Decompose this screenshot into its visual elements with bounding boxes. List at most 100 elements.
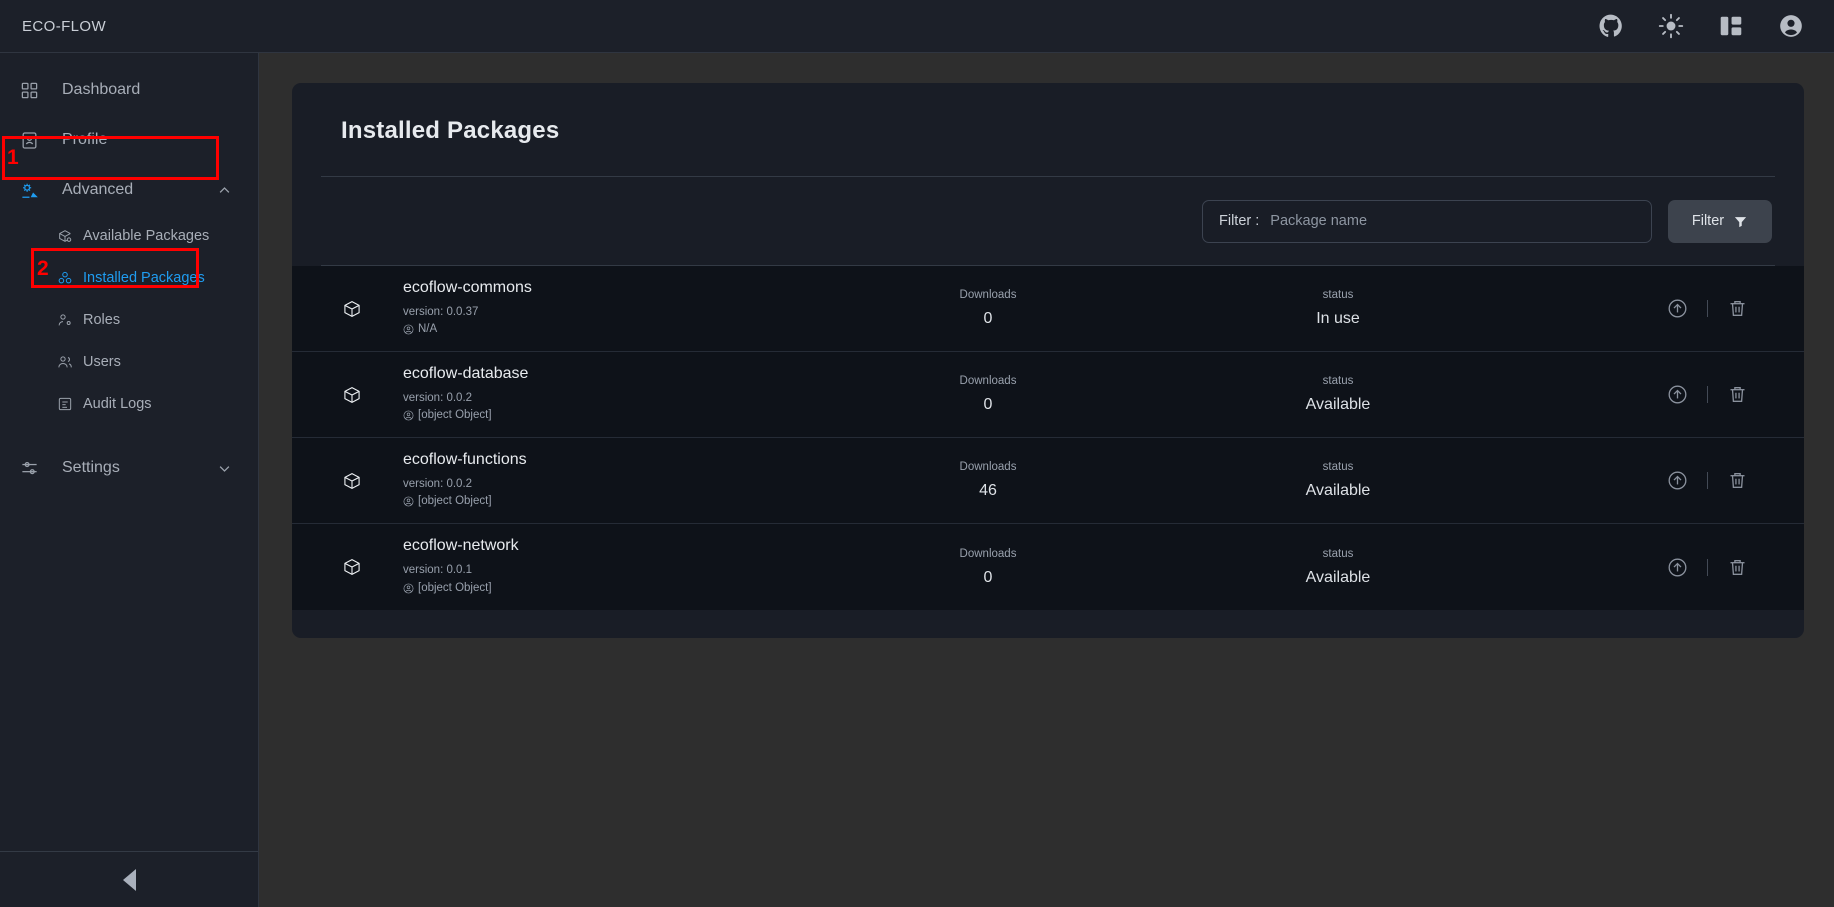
- package-box-icon: [339, 299, 365, 319]
- package-box-icon: [339, 557, 365, 577]
- collapse-sidebar-button[interactable]: [122, 868, 136, 891]
- upgrade-icon[interactable]: [1667, 298, 1688, 319]
- upgrade-icon[interactable]: [1667, 384, 1688, 405]
- downloads-value: 46: [979, 482, 997, 499]
- sidebar-item-audit-logs[interactable]: Audit Logs: [0, 383, 258, 425]
- package-search-icon: [56, 228, 73, 245]
- action-divider: [1707, 558, 1708, 576]
- package-version: version: 0.0.2: [403, 391, 473, 404]
- audit-logs-icon: [56, 396, 73, 413]
- sidebar-footer: [0, 851, 258, 907]
- package-author-label: [object Object]: [418, 495, 492, 507]
- package-status: status Available: [1213, 461, 1463, 500]
- sidebar-item-available-packages[interactable]: Available Packages: [0, 215, 258, 257]
- upgrade-icon[interactable]: [1667, 470, 1688, 491]
- package-name: ecoflow-network: [403, 537, 519, 555]
- delete-icon[interactable]: [1727, 384, 1748, 405]
- package-author-label: [object Object]: [418, 581, 492, 594]
- top-bar-actions: [1598, 13, 1804, 39]
- status-value: Available: [1305, 568, 1371, 586]
- author-avatar-icon: [403, 583, 414, 594]
- sidebar-subitem-label: Users: [83, 354, 121, 370]
- package-name: ecoflow-database: [403, 364, 529, 382]
- delete-icon[interactable]: [1727, 470, 1748, 491]
- table-row[interactable]: ecoflow-functions version: 0.0.2 [object…: [292, 438, 1804, 524]
- sidebar-item-settings[interactable]: Settings: [0, 443, 258, 493]
- table-row[interactable]: ecoflow-network version: 0.0.1 [object O…: [292, 524, 1804, 610]
- package-downloads: Downloads 0: [883, 548, 1093, 587]
- package-list: ecoflow-commons version: 0.0.37 N/A Down…: [292, 266, 1804, 610]
- sidebar: Dashboard Profile Advanced Available Pac…: [0, 53, 259, 907]
- delete-icon[interactable]: [1727, 298, 1748, 319]
- downloads-caption: Downloads: [959, 289, 1017, 301]
- package-downloads: Downloads 0: [883, 375, 1093, 414]
- filter-label: Filter :: [1219, 213, 1260, 229]
- sidebar-item-label: Profile: [62, 131, 108, 148]
- roles-icon: [56, 312, 73, 329]
- top-bar: ECO-FLOW: [0, 0, 1834, 53]
- package-downloads: Downloads 0: [883, 289, 1093, 328]
- light-mode-icon[interactable]: [1658, 13, 1684, 39]
- dashboard-icon: [18, 79, 40, 101]
- row-actions: [1667, 384, 1748, 405]
- annotation-number-2: 2: [37, 257, 49, 280]
- package-author-label: N/A: [418, 323, 438, 335]
- filter-button[interactable]: Filter: [1668, 199, 1772, 243]
- author-avatar-icon: [403, 324, 414, 335]
- package-downloads: Downloads 46: [883, 461, 1093, 500]
- filter-bar: Filter : Filter: [292, 177, 1804, 265]
- installed-packages-card: Installed Packages Filter : Filter ecofl…: [292, 83, 1804, 638]
- account-icon[interactable]: [1778, 13, 1804, 39]
- sidebar-subitem-label: Available Packages: [83, 228, 210, 244]
- downloads-caption: Downloads: [959, 461, 1017, 473]
- chevron-down-icon[interactable]: [217, 461, 232, 476]
- action-divider: [1707, 386, 1708, 403]
- main-content: Installed Packages Filter : Filter ecofl…: [259, 53, 1834, 907]
- author-avatar-icon: [403, 496, 414, 507]
- sidebar-item-advanced[interactable]: Advanced: [0, 165, 258, 215]
- profile-icon: [18, 129, 40, 151]
- downloads-value: 0: [983, 310, 993, 327]
- sidebar-item-label: Dashboard: [62, 81, 141, 98]
- sidebar-subitem-label: Installed Packages: [83, 270, 205, 286]
- table-row[interactable]: ecoflow-commons version: 0.0.37 N/A Down…: [292, 266, 1804, 352]
- package-info: ecoflow-commons version: 0.0.37 N/A: [403, 279, 733, 339]
- row-actions: [1667, 557, 1748, 578]
- package-author: N/A: [403, 321, 733, 338]
- filter-icon: [1734, 216, 1747, 227]
- status-value: In use: [1316, 310, 1360, 327]
- delete-icon[interactable]: [1727, 557, 1748, 578]
- chevron-up-icon[interactable]: [217, 183, 232, 198]
- settings-sliders-icon: [18, 457, 40, 479]
- package-author-label: [object Object]: [418, 409, 492, 421]
- package-author: [object Object]: [403, 407, 733, 424]
- downloads-value: 0: [983, 396, 993, 413]
- github-icon[interactable]: [1598, 13, 1624, 39]
- downloads-value: 0: [983, 568, 993, 586]
- sidebar-subitem-label: Roles: [83, 312, 121, 328]
- upgrade-icon[interactable]: [1667, 557, 1688, 578]
- package-name: ecoflow-commons: [403, 278, 532, 296]
- page-title: Installed Packages: [341, 117, 560, 144]
- layout-panel-icon[interactable]: [1718, 13, 1744, 39]
- sidebar-item-dashboard[interactable]: Dashboard: [0, 65, 258, 115]
- package-info: ecoflow-database version: 0.0.2 [object …: [403, 365, 733, 425]
- users-icon: [56, 354, 73, 371]
- sidebar-item-label: Advanced: [62, 181, 134, 198]
- package-version: version: 0.0.2: [403, 477, 473, 490]
- package-info: ecoflow-functions version: 0.0.2 [object…: [403, 451, 733, 511]
- row-actions: [1667, 470, 1748, 491]
- action-divider: [1707, 300, 1708, 317]
- status-value: Available: [1305, 482, 1371, 499]
- package-version: version: 0.0.1: [403, 564, 473, 577]
- sidebar-item-roles[interactable]: Roles: [0, 299, 258, 341]
- filter-field[interactable]: Filter :: [1202, 199, 1652, 243]
- table-row[interactable]: ecoflow-database version: 0.0.2 [object …: [292, 352, 1804, 438]
- sidebar-item-profile[interactable]: Profile: [0, 115, 258, 165]
- status-value: Available: [1305, 396, 1371, 413]
- package-status: status In use: [1213, 289, 1463, 328]
- search-input[interactable]: [1270, 213, 1635, 229]
- status-caption: status: [1322, 461, 1354, 473]
- sidebar-item-users[interactable]: Users: [0, 341, 258, 383]
- packages-icon: [56, 270, 73, 287]
